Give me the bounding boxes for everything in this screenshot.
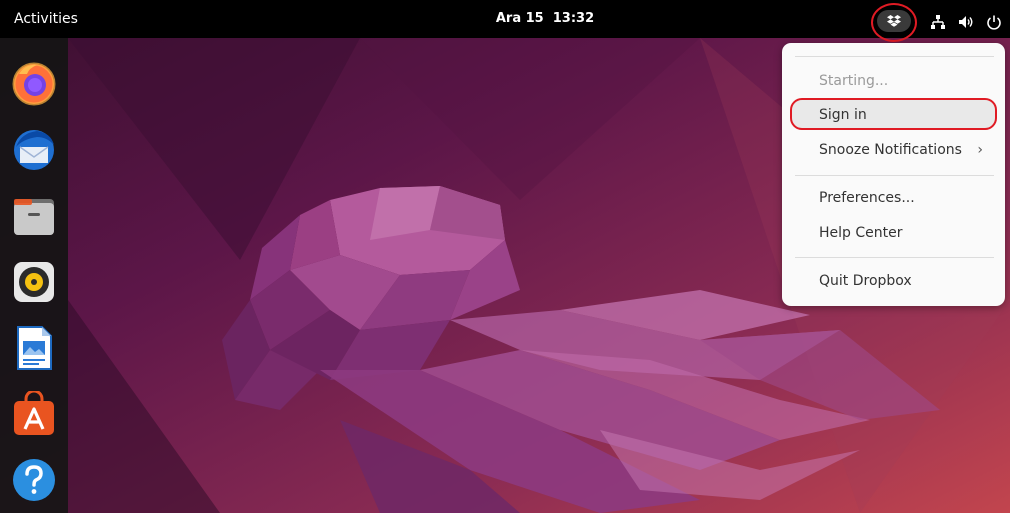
network-button[interactable] xyxy=(929,13,947,31)
activities-button[interactable]: Activities xyxy=(14,0,78,38)
dock-item-help[interactable] xyxy=(8,454,60,506)
dropbox-menu: Starting... Sign in Snooze Notifications… xyxy=(782,43,1005,306)
dock-item-ubuntu-software[interactable] xyxy=(8,388,60,440)
dropbox-icon xyxy=(887,14,901,27)
snooze-label: Snooze Notifications xyxy=(819,142,962,158)
menu-separator xyxy=(795,56,994,57)
power-button[interactable] xyxy=(985,13,1003,31)
clock-area: Ara 15 13:32 xyxy=(0,0,1010,38)
dock-item-rhythmbox[interactable] xyxy=(8,256,60,308)
dock-item-files[interactable] xyxy=(8,190,60,242)
dock-item-firefox[interactable] xyxy=(8,57,60,109)
firefox-icon xyxy=(12,62,56,106)
time-label: 13:32 xyxy=(552,11,595,26)
dropbox-tray-button[interactable] xyxy=(877,10,911,32)
chevron-right-icon: › xyxy=(977,142,983,158)
thunderbird-icon xyxy=(14,130,54,170)
date-label: Ara 15 xyxy=(495,11,544,26)
volume-button[interactable] xyxy=(957,13,975,31)
menu-item-snooze-notifications[interactable]: Snooze Notifications › xyxy=(790,134,997,166)
dock xyxy=(0,38,68,513)
menu-item-quit-dropbox[interactable]: Quit Dropbox xyxy=(790,265,997,297)
rhythmbox-icon xyxy=(14,262,54,302)
menu-item-sign-in[interactable]: Sign in xyxy=(790,98,997,130)
menu-item-help-center[interactable]: Help Center xyxy=(790,217,997,249)
dock-item-libreoffice-writer[interactable] xyxy=(8,322,60,374)
clock-button[interactable]: Ara 15 13:32 xyxy=(496,11,594,26)
volume-icon xyxy=(959,16,973,28)
menu-item-status: Starting... xyxy=(819,73,889,89)
power-icon xyxy=(987,15,1001,30)
dock-item-thunderbird[interactable] xyxy=(8,124,60,176)
files-icon xyxy=(14,199,54,235)
ubuntu-software-icon xyxy=(14,391,54,435)
libreoffice-writer-icon xyxy=(17,326,52,370)
menu-item-preferences[interactable]: Preferences... xyxy=(790,182,997,214)
network-icon xyxy=(931,15,945,29)
menu-separator xyxy=(795,257,994,258)
top-bar: Activities Ara 15 13:32 xyxy=(0,0,1010,42)
help-icon xyxy=(13,459,55,501)
menu-separator xyxy=(795,175,994,176)
